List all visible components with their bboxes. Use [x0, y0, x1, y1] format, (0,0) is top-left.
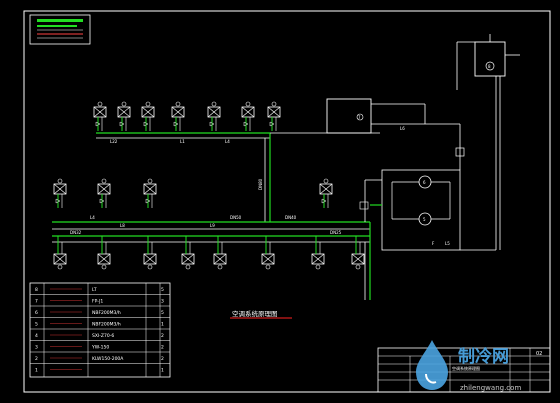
pump-room-label-3: L5 [445, 241, 450, 246]
title-block-code: 02 [536, 351, 542, 357]
pump-a-number: 6 [423, 180, 426, 185]
expansion-number: 8 [488, 64, 491, 69]
logo-badge [29, 14, 91, 45]
header-label-1: L4 [90, 215, 95, 220]
equipment-row-qty: 3 [161, 299, 164, 305]
header-size-4: DN25 [330, 230, 342, 235]
main-header-pipes: L4 L8 L9 DN50 DN40 DN32 DN25 [52, 215, 370, 243]
equipment-row-no: 2 [35, 356, 38, 362]
equipment-row-spec: KLW150-200A [92, 356, 124, 362]
equipment-row-spec: FP-J1 [92, 299, 103, 305]
storage-tank [326, 98, 372, 134]
watermark-url: zhilengwang.com [460, 384, 521, 392]
top-branch-label-2: L1 [180, 139, 185, 144]
drawing-title: 空调系统原理图 [232, 309, 278, 318]
tank-number: 7 [358, 115, 361, 120]
fan-coil-lower-8 [351, 236, 365, 270]
header-size-2: DN40 [285, 215, 297, 220]
equipment-row-spec: NBF200M3/h [92, 322, 121, 328]
fan-coil-upper-3 [143, 178, 157, 208]
fan-coil-lower-4 [181, 236, 195, 270]
fan-coil-top-5 [207, 101, 221, 131]
equipment-row-qty: 1 [161, 322, 164, 328]
fan-coil-upper-4 [319, 178, 333, 208]
equipment-table: 8 LT 5 7 FP-J1 3 6 NBF200M3/h 5 5 NBF200M3/h 1 4 SXI-… [29, 282, 171, 378]
fan-coil-lower-3 [143, 236, 157, 270]
top-branch-pipes: DN80 L22 L1 L4 [96, 132, 380, 222]
fan-coil-lower-6 [261, 236, 275, 270]
fan-coil-lower-7 [311, 236, 325, 270]
header-label-2: L8 [120, 223, 125, 228]
fan-coil-top-4 [171, 101, 185, 131]
fan-coil-upper-2 [97, 178, 111, 208]
header-size-3: DN32 [70, 230, 82, 235]
hvac-schematic-drawing: DN80 L22 L1 L4 L4 L8 L9 DN50 DN40 DN32 D… [23, 10, 551, 393]
fan-coil-top-6 [241, 101, 255, 131]
top-branch-label-1: L22 [110, 139, 118, 144]
upper-fan-coil-units [53, 178, 333, 208]
equipment-row-qty: 2 [161, 345, 164, 351]
fan-coil-lower-5 [213, 236, 227, 270]
equipment-row-no: 7 [35, 299, 38, 305]
equipment-row-qty: 5 [161, 310, 164, 316]
top-fan-coil-row [93, 101, 281, 131]
equipment-row-no: 1 [35, 368, 38, 374]
header-size-1: DN50 [230, 215, 242, 220]
equipment-row-no: 3 [35, 345, 38, 351]
equipment-row-qty: 5 [161, 287, 164, 293]
pump-b-number: 5 [423, 217, 426, 222]
equipment-row-spec: YW-150 [91, 345, 109, 351]
top-branch-label-3: L4 [225, 139, 230, 144]
pump-room-label-1: L6 [400, 126, 405, 131]
equipment-row-spec: SXI-Z70-6 [92, 333, 114, 339]
fan-coil-upper-1 [53, 178, 67, 208]
equipment-row-spec: LT [92, 287, 97, 293]
equipment-row: 3 YW-150 2 [30, 340, 170, 351]
equipment-row: 4 SXI-Z70-6 2 [30, 328, 170, 339]
equipment-row: 5 NBF200M3/h 1 [30, 317, 170, 328]
equipment-row-qty: 2 [161, 356, 164, 362]
riser-label: DN80 [258, 178, 263, 190]
fan-coil-lower-2 [97, 236, 111, 270]
fan-coil-top-1 [93, 101, 107, 131]
equipment-row: 6 NBF200M3/h 5 [30, 305, 170, 316]
expansion-tank [474, 41, 506, 77]
equipment-row: 8 LT 5 [35, 287, 164, 293]
equipment-row-spec: NBF200M3/h [92, 310, 121, 316]
header-label-3: L9 [210, 223, 215, 228]
equipment-row-qty: 1 [161, 368, 164, 374]
plant-room: 7 8 6 5 L6 F L5 [326, 34, 520, 251]
equipment-row-qty: 2 [161, 333, 164, 339]
fan-coil-lower-1 [53, 236, 67, 270]
site-watermark: 制冷网 zhilengwang.com [416, 340, 521, 392]
watermark-brand: 制冷网 [458, 346, 509, 367]
fan-coil-top-2 [117, 101, 131, 131]
riser-to-plant [364, 180, 371, 300]
equipment-row-no: 5 [35, 322, 38, 328]
equipment-row-no: 8 [35, 287, 38, 293]
pump-room-label-2: F [432, 241, 435, 246]
fan-coil-top-7 [267, 101, 281, 131]
equipment-row-no: 4 [35, 333, 38, 339]
equipment-row-no: 6 [35, 310, 38, 316]
equipment-row: 2 KLW150-200A 2 [30, 351, 170, 362]
fan-coil-top-3 [141, 101, 155, 131]
lower-fan-coil-units [53, 236, 365, 270]
equipment-row: 11 [30, 363, 170, 374]
equipment-row: 7 FP-J1 3 [30, 294, 170, 305]
